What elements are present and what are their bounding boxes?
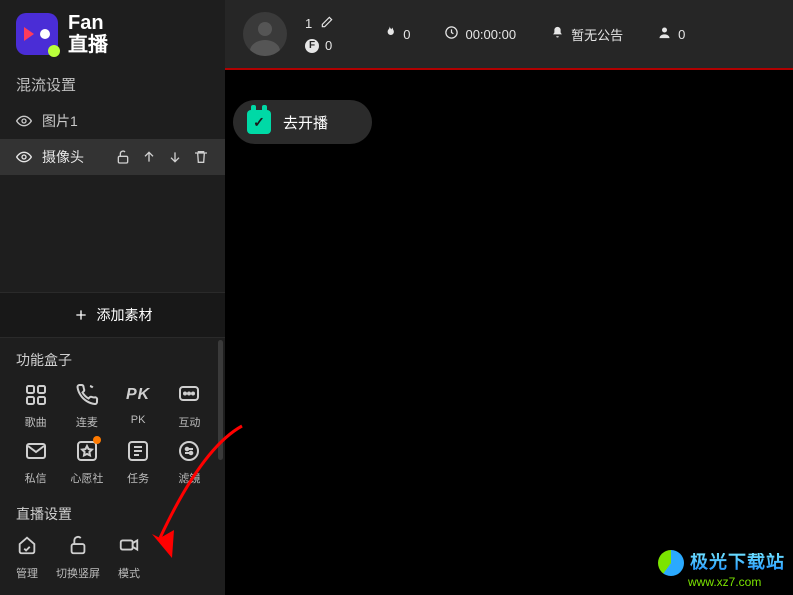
stat-fire: 0 — [382, 25, 410, 43]
viewers-value: 0 — [678, 27, 685, 42]
person-icon — [657, 25, 672, 43]
trash-icon[interactable] — [193, 149, 209, 165]
coin-icon: F — [305, 39, 319, 53]
source-list: 图片1 摄像头 — [0, 103, 225, 175]
ss-mode[interactable]: 模式 — [118, 534, 140, 581]
header-stats: 0 00:00:00 暂无公告 0 — [382, 25, 685, 44]
source-spacer — [0, 175, 225, 292]
function-box-title: 功能盒子 — [0, 338, 225, 378]
chat-icon — [177, 382, 201, 408]
add-material-label: 添加素材 — [97, 305, 153, 325]
app-root: Fan 直播 混流设置 图片1 摄像头 — [0, 0, 793, 595]
go-live-label: 去开播 — [283, 112, 328, 133]
stat-timer: 00:00:00 — [444, 25, 516, 43]
pk-text-icon: PK — [126, 382, 150, 408]
watermark-cn: 极光下载站 — [690, 553, 785, 573]
add-material-button[interactable]: 添加素材 — [0, 292, 225, 338]
announce-text: 暂无公告 — [571, 25, 623, 44]
stat-announce[interactable]: 暂无公告 — [550, 25, 623, 44]
ss-portrait[interactable]: 切换竖屏 — [56, 534, 100, 581]
func-wish[interactable]: 心愿社 — [61, 438, 112, 486]
mail-icon — [24, 438, 48, 464]
watermark-logo-icon — [658, 550, 684, 576]
clipboard-check-icon: ✓ — [247, 110, 271, 134]
header-user: 1 F 0 — [305, 15, 334, 53]
preview-canvas[interactable]: ✓ 去开播 — [225, 70, 793, 595]
func-label: 私信 — [25, 470, 47, 486]
arrow-up-icon[interactable] — [141, 149, 157, 165]
home-icon — [16, 534, 38, 559]
func-label: 连麦 — [76, 414, 98, 430]
bell-icon — [550, 25, 565, 43]
eye-icon — [16, 149, 32, 165]
source-item-image[interactable]: 图片1 — [0, 103, 225, 139]
stat-viewers: 0 — [657, 25, 685, 43]
source-actions — [115, 149, 209, 165]
eye-icon — [16, 113, 32, 129]
func-songs[interactable]: 歌曲 — [10, 382, 61, 430]
mix-settings-title: 混流设置 — [0, 64, 225, 103]
go-live-button[interactable]: ✓ 去开播 — [233, 100, 372, 144]
lock-open-icon — [67, 534, 89, 559]
source-label: 图片1 — [42, 111, 209, 131]
fire-icon — [382, 25, 397, 43]
logo-icon — [16, 13, 58, 55]
ss-manage[interactable]: 管理 — [16, 534, 38, 581]
coins-value: 0 — [325, 38, 332, 53]
clock-icon — [444, 25, 459, 43]
source-label: 摄像头 — [42, 147, 105, 167]
ss-label: 管理 — [16, 565, 38, 581]
timer-value: 00:00:00 — [465, 27, 516, 42]
logo-text: Fan 直播 — [68, 12, 108, 56]
arrow-down-icon[interactable] — [167, 149, 183, 165]
logo-cn: 直播 — [68, 34, 108, 56]
avatar[interactable] — [243, 12, 287, 56]
camera-icon — [118, 534, 140, 559]
ss-label: 模式 — [118, 565, 140, 581]
logo-en: Fan — [68, 12, 108, 34]
ss-label: 切换竖屏 — [56, 565, 100, 581]
func-lianmai[interactable]: 连麦 — [61, 382, 112, 430]
func-label: 心愿社 — [70, 470, 103, 486]
app-logo: Fan 直播 — [0, 0, 225, 64]
func-label: 歌曲 — [25, 414, 47, 430]
edit-icon[interactable] — [320, 15, 334, 32]
unlock-icon[interactable] — [115, 149, 131, 165]
grid-icon — [24, 382, 48, 408]
source-item-camera[interactable]: 摄像头 — [0, 139, 225, 175]
annotation-arrow — [142, 418, 252, 573]
main-area: 1 F 0 0 00:00:00 暂无 — [225, 0, 793, 595]
watermark-url: www.xz7.com — [658, 576, 785, 589]
phone-icon — [75, 382, 99, 408]
header-bar: 1 F 0 0 00:00:00 暂无 — [225, 0, 793, 68]
func-sixin[interactable]: 私信 — [10, 438, 61, 486]
plus-icon — [73, 307, 89, 323]
notification-dot — [93, 436, 101, 444]
user-number: 1 — [305, 16, 312, 31]
watermark: 极光下载站 www.xz7.com — [658, 550, 785, 589]
fire-value: 0 — [403, 27, 410, 42]
